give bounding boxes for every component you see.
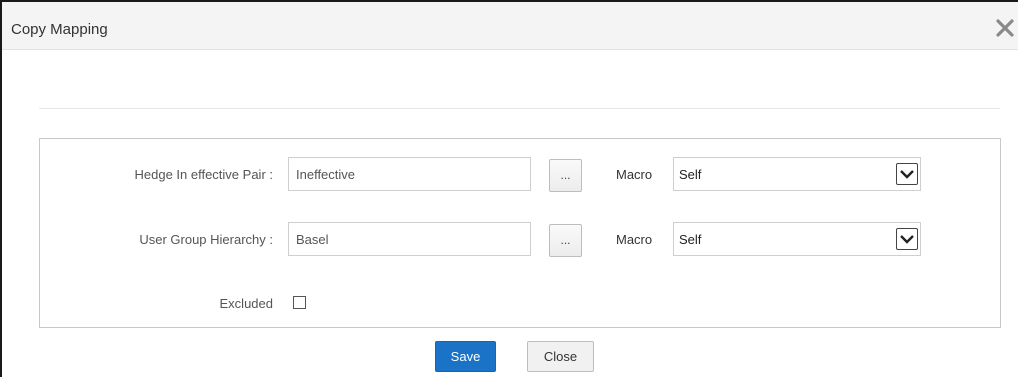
macro-label: Macro — [616, 232, 653, 247]
macro-select-value: Self — [679, 167, 702, 182]
user-group-hierarchy-label: User Group Hierarchy : — [139, 232, 273, 247]
save-button[interactable]: Save — [435, 341, 496, 372]
macro-select-value: Self — [679, 232, 702, 247]
copy-mapping-dialog: Copy Mapping Hedge In effective Pair : .… — [0, 0, 1018, 377]
hedge-ineffective-pair-input[interactable] — [288, 157, 531, 191]
macro-label: Macro — [616, 167, 653, 182]
macro-select-user-group[interactable]: Self — [673, 222, 921, 256]
excluded-label: Excluded — [219, 296, 273, 311]
hedge-ineffective-pair-label: Hedge In effective Pair : — [134, 167, 273, 182]
close-icon[interactable] — [994, 17, 1016, 39]
user-group-hierarchy-input[interactable] — [288, 222, 531, 256]
excluded-checkbox[interactable] — [293, 296, 306, 309]
user-group-hierarchy-browse-button[interactable]: ... — [549, 224, 582, 257]
header-divider — [39, 108, 1000, 109]
chevron-down-icon — [896, 228, 918, 250]
dialog-titlebar: Copy Mapping — [2, 2, 1018, 50]
close-button[interactable]: Close — [527, 341, 594, 372]
chevron-down-icon — [896, 163, 918, 185]
macro-select-hedge[interactable]: Self — [673, 157, 921, 191]
hedge-ineffective-pair-browse-button[interactable]: ... — [549, 159, 582, 192]
dialog-title: Copy Mapping — [11, 21, 108, 38]
